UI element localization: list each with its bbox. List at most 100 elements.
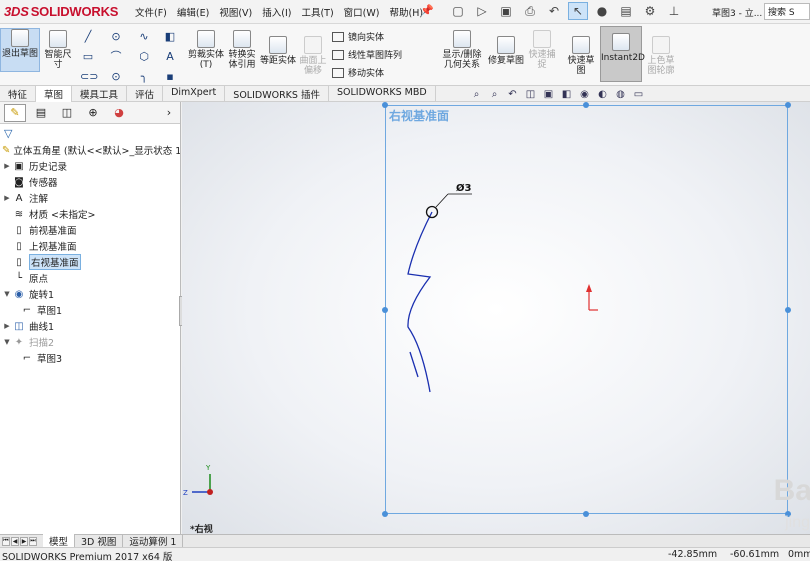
- tree-node-sweep2[interactable]: ▼ ✦ 扫描2: [2, 334, 180, 350]
- hide-show-icon[interactable]: ◉: [578, 88, 591, 101]
- rectangle-icon[interactable]: ◧: [162, 30, 178, 44]
- expand-arrow-icon[interactable]: ▼: [2, 290, 12, 298]
- file-properties-icon[interactable]: ▤: [616, 2, 636, 20]
- rebuild-icon[interactable]: ●: [592, 2, 612, 20]
- filter-icon[interactable]: ▽: [0, 124, 180, 142]
- trim-label: 剪裁实体(T): [188, 50, 225, 70]
- trim-button[interactable]: 剪裁实体(T): [188, 30, 224, 70]
- expand-arrow-icon[interactable]: ▼: [2, 338, 12, 346]
- tab-sketch[interactable]: 草图: [36, 86, 73, 102]
- rectangle-icon[interactable]: ▭: [80, 50, 96, 64]
- expand-arrow-icon[interactable]: ▶: [2, 162, 12, 170]
- first-tab-icon[interactable]: ⏮: [2, 536, 10, 546]
- tab-mold-tools[interactable]: 模具工具: [72, 86, 128, 102]
- display-manager-icon[interactable]: ◕: [108, 104, 130, 122]
- tab-motion-study[interactable]: 运动算例 1: [123, 534, 184, 548]
- zoom-area-icon[interactable]: ⌕: [488, 88, 501, 101]
- search-input[interactable]: 搜索 S: [764, 3, 810, 20]
- tree-node-origin[interactable]: └ 原点: [2, 270, 180, 286]
- fillet-icon[interactable]: ╮: [136, 70, 152, 84]
- mirror-entities-button[interactable]: 镜向实体: [332, 30, 384, 43]
- menu-file[interactable]: 文件(F): [130, 5, 172, 19]
- tree-node-revolve1[interactable]: ▼ ◉ 旋转1: [2, 286, 180, 302]
- prev-tab-icon[interactable]: ◀: [11, 536, 19, 546]
- tree-node-sketch1[interactable]: ⌐ 草图1: [2, 302, 180, 318]
- polygon-icon[interactable]: ⬡: [136, 50, 152, 64]
- save-icon[interactable]: ▣: [496, 2, 516, 20]
- tree-node-material[interactable]: ≋ 材质 <未指定>: [2, 206, 180, 222]
- solidworks-logo[interactable]: 3DS SOLIDWORKS: [4, 4, 118, 19]
- previous-view-icon[interactable]: ↶: [506, 88, 519, 101]
- options-icon[interactable]: ⚙: [640, 2, 660, 20]
- section-view-icon[interactable]: ◫: [524, 88, 537, 101]
- tree-node-history[interactable]: ▶ ▣ 历史记录: [2, 158, 180, 174]
- menu-insert[interactable]: 插入(I): [257, 5, 296, 19]
- instant2d-button[interactable]: Instant2D: [600, 26, 645, 82]
- tree-node-curve1[interactable]: ▶ ◫ 曲线1: [2, 318, 180, 334]
- tree-node-annotations[interactable]: ▶ A 注解: [2, 190, 180, 206]
- circle-icon[interactable]: ⊙: [108, 30, 124, 44]
- panel-expand-icon[interactable]: ›: [158, 104, 180, 122]
- rapid-sketch-button[interactable]: 快速草图: [564, 36, 598, 76]
- appearance-icon[interactable]: ◐: [596, 88, 609, 101]
- tab-evaluate[interactable]: 评估: [127, 86, 164, 102]
- exit-sketch-button[interactable]: 退出草图: [0, 28, 40, 72]
- menu-window[interactable]: 窗口(W): [339, 5, 385, 19]
- tab-mbd[interactable]: SOLIDWORKS MBD: [329, 86, 436, 102]
- menu-edit[interactable]: 编辑(E): [172, 5, 214, 19]
- plane-icon[interactable]: ▪: [162, 70, 178, 84]
- tree-node-label: 传感器: [29, 178, 58, 189]
- feature-manager-icon[interactable]: ✎: [4, 103, 26, 122]
- tree-node-right-plane[interactable]: ▯ 右视基准面: [2, 254, 180, 270]
- expand-arrow-icon[interactable]: ▶: [2, 322, 12, 330]
- open-icon[interactable]: ▷: [472, 2, 492, 20]
- zoom-to-fit-icon[interactable]: ⌕: [470, 88, 483, 101]
- new-icon[interactable]: ▢: [448, 2, 468, 20]
- tree-node-sketch3[interactable]: ⌐ 草图3: [2, 350, 180, 366]
- text-icon[interactable]: A: [162, 50, 178, 64]
- menu-view[interactable]: 视图(V): [214, 5, 257, 19]
- move-entities-button[interactable]: 移动实体: [332, 66, 384, 79]
- repair-sketch-button[interactable]: 修复草图: [488, 36, 524, 66]
- undo-icon[interactable]: ↶: [544, 2, 564, 20]
- display-relations-button[interactable]: 显示/删除几何关系: [440, 30, 484, 70]
- tree-node-part[interactable]: ✎ 立体五角星 (默认<<默认>_显示状态 1>: [2, 142, 180, 158]
- sketch-icon: ⌐: [22, 352, 32, 364]
- tree-node-sensors[interactable]: ◙ 传感器: [2, 174, 180, 190]
- property-manager-icon[interactable]: ▤: [30, 104, 52, 122]
- pin-icon[interactable]: 📌: [420, 4, 434, 17]
- graphics-area[interactable]: 右视基准面 Ø3 Y Z *右视 Ba jing: [182, 102, 810, 534]
- display-pane-icon[interactable]: ⊥: [664, 2, 684, 20]
- arc-icon[interactable]: ⌒: [108, 50, 124, 64]
- line-icon[interactable]: ╱: [80, 30, 96, 44]
- tree-node-front-plane[interactable]: ▯ 前视基准面: [2, 222, 180, 238]
- linear-pattern-button[interactable]: 线性草图阵列: [332, 48, 402, 61]
- tab-addins[interactable]: SOLIDWORKS 插件: [225, 86, 329, 102]
- tab-model[interactable]: 模型: [43, 534, 76, 548]
- view-settings-icon[interactable]: ▭: [632, 88, 645, 101]
- select-icon[interactable]: ↖: [568, 2, 588, 20]
- convert-entities-button[interactable]: 转换实体引用: [226, 30, 258, 70]
- slot-icon[interactable]: ⊂⊃: [80, 70, 98, 84]
- spline-icon[interactable]: ∿: [136, 30, 152, 44]
- dimxpert-icon[interactable]: ⊕: [82, 104, 104, 122]
- tab-3d-view[interactable]: 3D 视图: [75, 534, 124, 548]
- shaded-contours-button[interactable]: 上色草图轮廓: [644, 36, 678, 76]
- configuration-manager-icon[interactable]: ◫: [56, 104, 78, 122]
- quick-snaps-button[interactable]: 快速捕捉: [526, 30, 558, 70]
- print-icon[interactable]: ⎙: [520, 2, 540, 20]
- view-orientation-icon[interactable]: ▣: [542, 88, 555, 101]
- offset-entities-button[interactable]: 等距实体: [260, 36, 296, 66]
- smart-dimension-button[interactable]: 智能尺寸: [42, 30, 74, 70]
- next-tab-icon[interactable]: ▶: [20, 536, 28, 546]
- expand-arrow-icon[interactable]: ▶: [2, 194, 12, 202]
- display-style-icon[interactable]: ◧: [560, 88, 573, 101]
- tree-node-top-plane[interactable]: ▯ 上视基准面: [2, 238, 180, 254]
- point-icon[interactable]: ⊙: [108, 70, 124, 84]
- tab-features[interactable]: 特征: [0, 86, 37, 102]
- menu-tools[interactable]: 工具(T): [296, 5, 338, 19]
- surface-offset-button[interactable]: 曲面上偏移: [298, 36, 328, 76]
- tab-dimxpert[interactable]: DimXpert: [163, 86, 226, 102]
- last-tab-icon[interactable]: ⏭: [29, 536, 37, 546]
- scene-icon[interactable]: ◍: [614, 88, 627, 101]
